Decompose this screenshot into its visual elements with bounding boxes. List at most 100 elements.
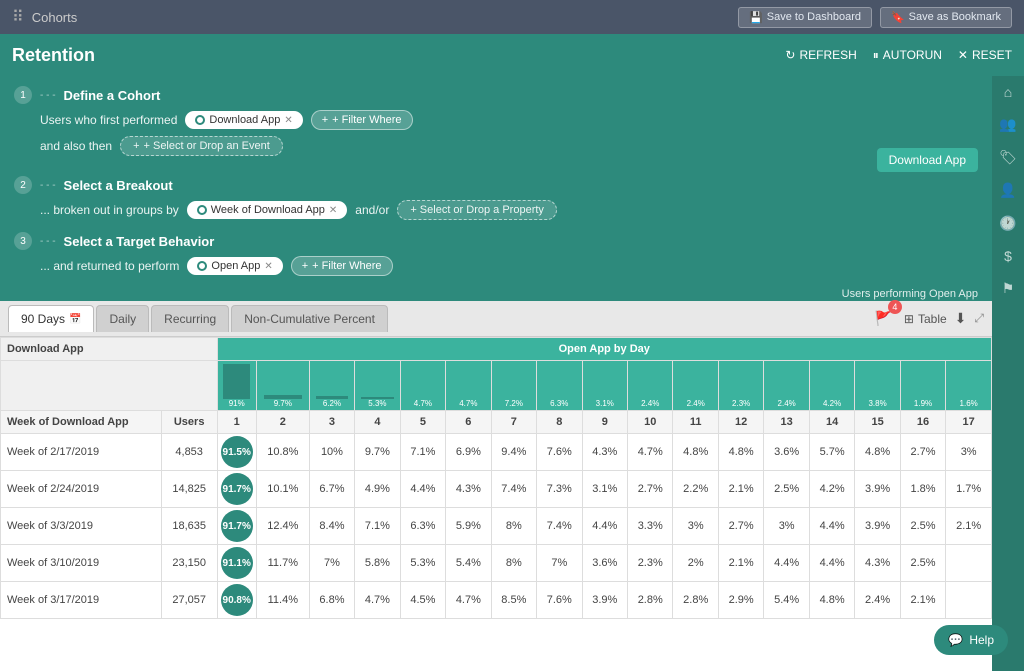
and-or-label: and/or: [355, 203, 389, 217]
week-cell: Week of 3/17/2019: [1, 582, 162, 619]
top-bar-right: 💾 Save to Dashboard 🔖 Save as Bookmark: [738, 7, 1012, 28]
day-col-17: 17: [946, 411, 992, 434]
users-cell: 4,853: [161, 434, 217, 471]
reset-button[interactable]: ✕ RESET: [958, 48, 1012, 62]
users-cell: 14,825: [161, 471, 217, 508]
open-app-pill[interactable]: Open App ✕: [187, 257, 282, 275]
flag-badge: 4: [888, 300, 902, 314]
help-button[interactable]: 💬 Help: [934, 625, 1008, 655]
breakout-pill[interactable]: Week of Download App ✕: [187, 201, 348, 219]
data-table: Download App Open App by Day 91%: [0, 337, 992, 619]
filter-where-button-2[interactable]: + + Filter Where: [291, 256, 393, 276]
step-1-label-2: and also then: [40, 139, 112, 153]
expand-button[interactable]: ⤢: [974, 311, 984, 326]
bar-cell-13: 2.4%: [764, 361, 809, 411]
day-col-13: 13: [764, 411, 809, 434]
day8-cell: 7.6%: [537, 434, 582, 471]
week-cell: Week of 3/10/2019: [1, 545, 162, 582]
users-icon[interactable]: 👥: [999, 116, 1016, 133]
person-icon[interactable]: 👤: [999, 182, 1016, 199]
remove-icon-3[interactable]: ✕: [264, 261, 272, 272]
top-bar: ⠿ Cohorts 💾 Save to Dashboard 🔖 Save as …: [0, 0, 1024, 34]
day-col-2: 2: [256, 411, 309, 434]
data-table-wrap: Download App Open App by Day 91%: [0, 337, 992, 671]
dollar-icon[interactable]: $: [1004, 248, 1012, 264]
table-button[interactable]: ⊞ Table: [904, 312, 947, 326]
day15-cell: 4.8%: [855, 434, 900, 471]
users-cell: 18,635: [161, 508, 217, 545]
step-1-row-2: and also then + + Select or Drop an Even…: [40, 136, 978, 156]
flag-sidebar-icon[interactable]: ⚑: [1002, 280, 1015, 297]
day6-cell: 6.9%: [446, 434, 491, 471]
main-content: 1 - - - Define a Cohort Users who first …: [0, 76, 1024, 671]
drop-event-button[interactable]: + + Select or Drop an Event: [120, 136, 283, 156]
save-dashboard-button[interactable]: 💾 Save to Dashboard: [738, 7, 872, 28]
step-2-title: Select a Breakout: [64, 178, 173, 193]
day-col-12: 12: [718, 411, 763, 434]
day-col-3: 3: [309, 411, 354, 434]
calendar-icon: 📅: [69, 314, 81, 325]
bar-cell-12: 2.3%: [718, 361, 763, 411]
filter-where-button-1[interactable]: + + Filter Where: [311, 110, 413, 130]
step-1-dashes: - - -: [40, 90, 56, 101]
day-col-16: 16: [900, 411, 945, 434]
step-1-row-1: Users who first performed Download App ✕…: [40, 110, 978, 130]
table-body: Week of 2/17/2019 4,853 91.5% 10.8% 10% …: [1, 434, 992, 619]
step-3-header: 3 - - - Select a Target Behavior: [14, 232, 978, 250]
remove-icon-2[interactable]: ✕: [329, 205, 337, 216]
day-col-1: 1: [217, 411, 256, 434]
step-1-section: 1 - - - Define a Cohort Users who first …: [14, 86, 978, 156]
tab-recurring[interactable]: Recurring: [151, 305, 229, 332]
week-cell: Week of 2/17/2019: [1, 434, 162, 471]
refresh-button[interactable]: ↻ REFRESH: [785, 48, 856, 62]
flag-icon: 🚩: [874, 310, 891, 326]
table-row: Week of 3/3/2019 18,635 91.7% 12.4% 8.4%…: [1, 508, 992, 545]
right-sidebar: ⌂ 👥 🏷 👤 🕐 $ ⚑: [992, 76, 1024, 671]
tab-90days[interactable]: 90 Days 📅: [8, 305, 94, 332]
left-group-header: Download App: [1, 338, 218, 361]
group-header-row: Download App Open App by Day: [1, 338, 992, 361]
tag-icon[interactable]: 🏷: [999, 149, 1017, 166]
week-cell: Week of 2/24/2019: [1, 471, 162, 508]
bottom-panel: 90 Days 📅 Daily Recurring Non-Cumulative…: [0, 301, 992, 671]
save-icon: 💾: [749, 11, 763, 24]
top-bar-left: ⠿ Cohorts: [12, 7, 77, 27]
drop-property-button[interactable]: + Select or Drop a Property: [397, 200, 557, 220]
bar-cell-9: 3.1%: [582, 361, 627, 411]
bar-row-header: 91% 9.7%: [1, 361, 992, 411]
day13-cell: 3.6%: [764, 434, 809, 471]
step-1-number: 1: [14, 86, 32, 104]
tab-non-cumulative[interactable]: Non-Cumulative Percent: [231, 305, 388, 332]
grid-icon: ⠿: [12, 7, 24, 27]
step-2-row: ... broken out in groups by Week of Down…: [40, 200, 978, 220]
day-col-9: 9: [582, 411, 627, 434]
users-performing-label: Users performing Open App: [14, 288, 978, 300]
day-col-8: 8: [537, 411, 582, 434]
home-icon[interactable]: ⌂: [1004, 84, 1012, 100]
week-cell: Week of 3/3/2019: [1, 508, 162, 545]
remove-icon[interactable]: ✕: [284, 115, 292, 126]
save-bookmark-button[interactable]: 🔖 Save as Bookmark: [880, 7, 1012, 28]
download-app-pill[interactable]: Download App ✕: [185, 111, 302, 129]
bookmark-icon: 🔖: [891, 11, 905, 24]
step-1-label-1: Users who first performed: [40, 113, 177, 127]
step-3-label: ... and returned to perform: [40, 259, 179, 273]
bar-cell-11: 2.4%: [673, 361, 718, 411]
autorun-button[interactable]: ⏸ AUTORUN: [873, 48, 942, 63]
download-button[interactable]: ⬇: [955, 310, 967, 327]
tab-daily[interactable]: Daily: [96, 305, 149, 332]
day3-cell: 10%: [309, 434, 354, 471]
day-col-14: 14: [809, 411, 854, 434]
bar-cell-10: 2.4%: [628, 361, 673, 411]
dropdown-tooltip: Download App: [877, 148, 978, 172]
day1-cell: 91.7%: [217, 508, 256, 545]
bar-cell-6: 4.7%: [446, 361, 491, 411]
header-actions: ↻ REFRESH ⏸ AUTORUN ✕ RESET: [785, 48, 1012, 63]
day11-cell: 4.8%: [673, 434, 718, 471]
download-icon: ⬇: [955, 310, 967, 326]
left-panel: 1 - - - Define a Cohort Users who first …: [0, 76, 992, 671]
clock-icon[interactable]: 🕐: [999, 215, 1016, 232]
day7-cell: 9.4%: [491, 434, 536, 471]
circle-icon: [195, 115, 205, 125]
flag-button[interactable]: 🚩 4: [870, 306, 895, 331]
